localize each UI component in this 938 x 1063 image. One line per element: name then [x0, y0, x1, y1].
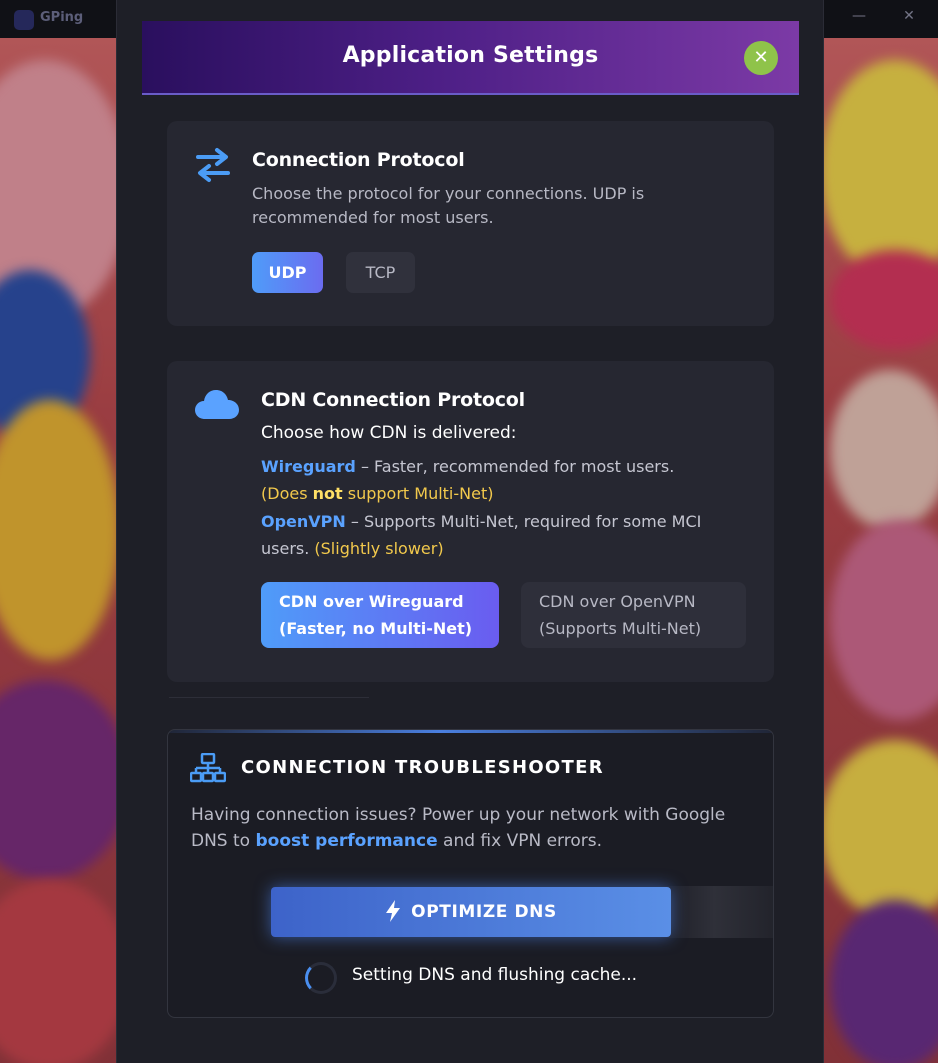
optimize-dns-label: OPTIMIZE DNS [411, 902, 557, 922]
close-button[interactable]: ✕ [744, 41, 778, 75]
connection-protocol-title: Connection Protocol [252, 149, 465, 171]
section-divider [169, 697, 369, 698]
boost-performance-text: boost performance [255, 831, 438, 851]
openvpn-description: OpenVPN – Supports Multi-Net, required f… [261, 508, 701, 535]
dns-status-text: Setting DNS and flushing cache... [352, 965, 638, 985]
cdn-protocol-card: CDN Connection Protocol Choose how CDN i… [167, 361, 774, 682]
tcp-button[interactable]: TCP [346, 252, 415, 293]
wireguard-note-open: (Does [261, 484, 313, 503]
close-icon: ✕ [753, 47, 769, 68]
swap-arrows-icon [196, 148, 230, 182]
openvpn-name: OpenVPN [261, 512, 346, 531]
cdn-wireguard-button[interactable]: CDN over Wireguard (Faster, no Multi-Net… [261, 582, 499, 648]
connection-protocol-card: Connection Protocol Choose the protocol … [167, 121, 774, 326]
cdn-protocol-title: CDN Connection Protocol [261, 389, 525, 411]
wireguard-note-strong: not [312, 484, 343, 503]
connection-protocol-description: Choose the protocol for your connections… [252, 184, 645, 227]
wireguard-note-close: support Multi-Net) [342, 484, 494, 503]
cdn-openvpn-button[interactable]: CDN over OpenVPN (Supports Multi-Net) [521, 582, 746, 648]
cloud-icon [195, 390, 239, 419]
openvpn-text: – Supports Multi-Net, required for some … [345, 512, 702, 531]
wireguard-text: – Faster, recommended for most users. [355, 457, 675, 476]
modal-title: Application Settings [342, 43, 599, 68]
cdn-openvpn-line1: CDN over OpenVPN [539, 592, 696, 611]
troubleshooter-title: CONNECTION TROUBLESHOOTER [241, 757, 604, 778]
wireguard-description: Wireguard – Faster, recommended for most… [261, 453, 674, 480]
cdn-openvpn-line2: (Supports Multi-Net) [539, 619, 702, 638]
settings-modal: Application Settings ✕ Connection Protoc… [116, 0, 824, 1063]
wireguard-name: Wireguard [261, 457, 356, 476]
lightning-icon [386, 899, 401, 922]
cdn-intro: Choose how CDN is delivered: [261, 423, 517, 443]
modal-header: Application Settings ✕ [142, 21, 799, 95]
openvpn-note: users. (Slightly slower) [261, 535, 444, 562]
cdn-wireguard-line1: CDN over Wireguard [279, 592, 464, 611]
loading-spinner [305, 962, 337, 994]
optimize-dns-button[interactable]: OPTIMIZE DNS [271, 887, 671, 937]
network-icon [190, 753, 226, 783]
panel-accent-line [168, 730, 773, 733]
openvpn-text-line2: users. [261, 539, 315, 558]
cdn-wireguard-line2: (Faster, no Multi-Net) [279, 619, 473, 638]
openvpn-slower-note: (Slightly slower) [314, 539, 444, 558]
troubleshooter-description: Having connection issues? Power up your … [191, 802, 761, 854]
troubleshooter-panel: CONNECTION TROUBLESHOOTER Having connect… [167, 729, 774, 1018]
wireguard-note: (Does not support Multi-Net) [261, 480, 493, 507]
desc-after: and fix VPN errors. [437, 831, 603, 851]
udp-button[interactable]: UDP [252, 252, 323, 293]
